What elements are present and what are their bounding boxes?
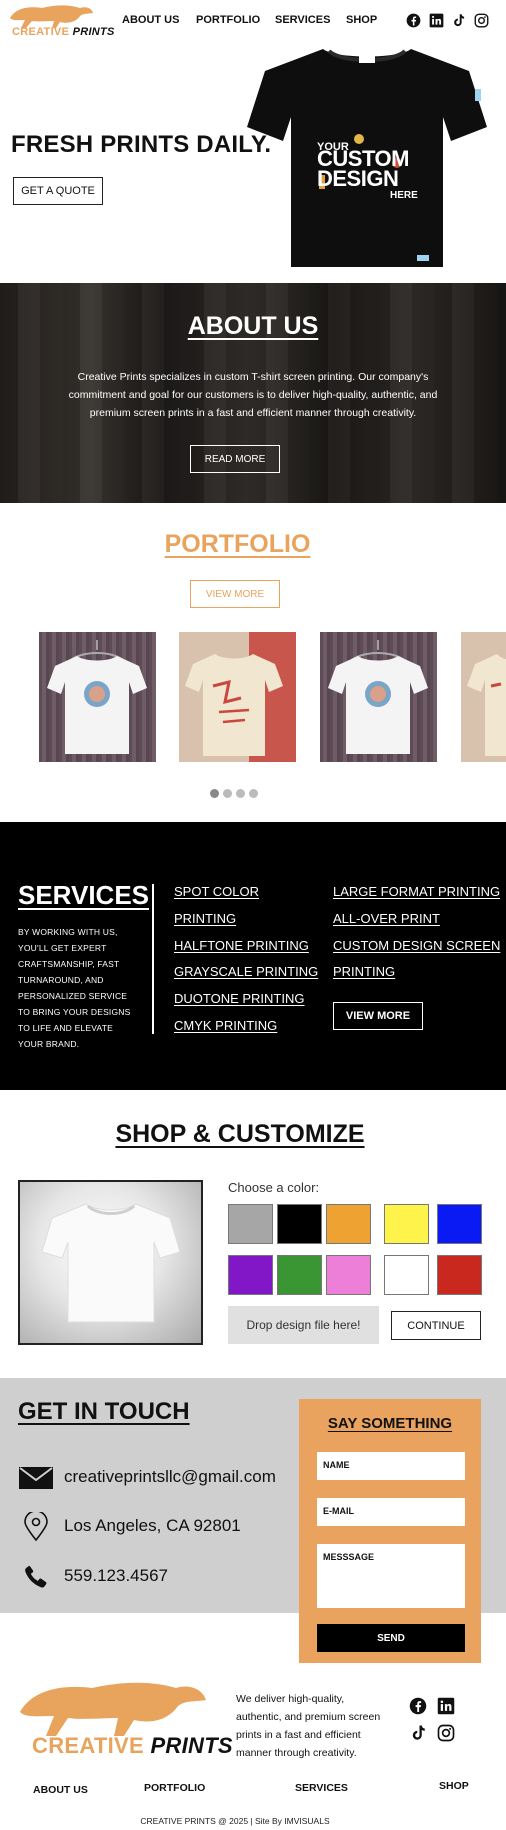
color-swatch[interactable] [228, 1204, 273, 1244]
service-large-format[interactable]: LARGE FORMAT PRINTING [333, 884, 500, 899]
facebook-icon[interactable] [409, 1697, 427, 1715]
get-a-quote-button[interactable]: GET A QUOTE [13, 177, 103, 205]
services-section: SERVICES BY WORKING WITH US, YOU'LL GET … [0, 822, 506, 1090]
service-duotone[interactable]: DUOTONE PRINTING [174, 991, 305, 1006]
color-swatch[interactable] [384, 1204, 429, 1244]
shop-title: SHOP & CUSTOMIZE [115, 1120, 365, 1148]
tiktok-icon[interactable] [450, 12, 467, 29]
color-swatch[interactable] [437, 1255, 482, 1295]
about-section: ABOUT US Creative Prints specializes in … [0, 283, 506, 503]
services-view-more-button[interactable]: VIEW MORE [333, 1002, 423, 1030]
read-more-button[interactable]: READ MORE [190, 445, 280, 473]
carousel-dot[interactable] [223, 789, 232, 798]
cream-tshirt-icon [185, 654, 283, 756]
instagram-icon[interactable] [437, 1724, 455, 1742]
footer-nav-shop[interactable]: SHOP [439, 1780, 469, 1792]
color-swatch[interactable] [384, 1255, 429, 1295]
carousel-dot[interactable] [236, 789, 245, 798]
nav-services[interactable]: SERVICES [275, 14, 330, 26]
instagram-icon[interactable] [473, 12, 490, 29]
color-swatch[interactable] [326, 1255, 371, 1295]
footer-blurb: We deliver high-quality, authentic, and … [236, 1693, 381, 1759]
shirt-print-line-3: HERE [390, 190, 418, 201]
contact-email[interactable]: creativeprintsllc@gmail.com [64, 1467, 276, 1487]
mail-icon [18, 1463, 54, 1493]
footer-nav-about-us[interactable]: ABOUT US [33, 1784, 88, 1796]
location-pin-icon [18, 1512, 54, 1542]
contact-phone[interactable]: 559.123.4567 [64, 1566, 168, 1586]
service-grayscale[interactable]: GRAYSCALE PRINTING [174, 964, 318, 979]
facebook-icon[interactable] [405, 12, 422, 29]
carousel-dots [210, 789, 262, 799]
choose-color-label: Choose a color: [228, 1180, 320, 1195]
drop-zone[interactable]: Drop design file here! [228, 1306, 379, 1344]
contact-location: Los Angeles, CA 92801 [64, 1516, 241, 1535]
header-socials [405, 12, 500, 30]
blank-tshirt-icon [41, 1203, 181, 1323]
services-description: BY WORKING WITH US, YOU'LL GET EXPERT CR… [18, 927, 131, 1049]
form-title: SAY SOMETHING [327, 1415, 453, 1432]
nav-shop[interactable]: SHOP [346, 14, 377, 26]
color-swatch[interactable] [277, 1204, 322, 1244]
contact-title: GET IN TOUCH [18, 1398, 190, 1425]
linkedin-icon[interactable] [428, 12, 445, 29]
white-tshirt-icon [47, 640, 147, 754]
portfolio-title: PORTFOLIO [164, 530, 311, 558]
tshirt-preview [18, 1180, 203, 1345]
footer-logo-wordmark: CREATIVE PRINTS [32, 1733, 233, 1758]
tiktok-icon[interactable] [409, 1724, 427, 1742]
service-halftone[interactable]: HALFTONE PRINTING [174, 938, 309, 953]
divider [152, 884, 154, 1034]
hero-tshirt-image: YOUR CUSTOM DESIGN HERE [247, 45, 487, 275]
footer-nav-portfolio[interactable]: PORTFOLIO [144, 1782, 205, 1794]
site-header: CREATIVE PRINTS ABOUT US PORTFOLIO SERVI… [0, 0, 506, 42]
continue-button[interactable]: CONTINUE [391, 1311, 481, 1340]
service-spot-color-cont[interactable]: PRINTING [174, 911, 236, 926]
phone-icon [18, 1562, 54, 1592]
linkedin-icon[interactable] [437, 1697, 455, 1715]
portfolio-card[interactable] [461, 632, 506, 762]
color-swatch[interactable] [437, 1204, 482, 1244]
portfolio-card[interactable] [320, 632, 437, 762]
color-swatch[interactable] [277, 1255, 322, 1295]
carousel-dot[interactable] [249, 789, 258, 798]
about-title: ABOUT US [187, 312, 319, 340]
about-body: Creative Prints specializes in custom T-… [68, 371, 438, 419]
service-all-over[interactable]: ALL-OVER PRINT [333, 911, 440, 926]
color-swatch[interactable] [326, 1204, 371, 1244]
send-button[interactable]: SEND [317, 1624, 465, 1652]
service-custom-design-cont[interactable]: PRINTING [333, 964, 395, 979]
color-swatch[interactable] [228, 1255, 273, 1295]
shirt-print-line-2: CUSTOM DESIGN [317, 146, 409, 191]
services-title: SERVICES [18, 880, 150, 910]
nav-about-us[interactable]: ABOUT US [122, 14, 179, 26]
panther-logo-icon [20, 1682, 206, 1736]
footer-logo[interactable]: CREATIVE PRINTS [16, 1676, 233, 1760]
portfolio-card[interactable] [39, 632, 156, 762]
carousel-dot[interactable] [210, 789, 219, 798]
service-custom-design[interactable]: CUSTOM DESIGN SCREEN [333, 938, 500, 953]
contact-form: SAY SOMETHING NAME E-MAIL MESSSAGE SEND [299, 1399, 481, 1663]
hero-title: FRESH PRINTS DAILY. [11, 131, 272, 158]
service-cmyk[interactable]: CMYK PRINTING [174, 1018, 277, 1033]
cream-tshirt-icon [467, 654, 506, 756]
service-spot-color[interactable]: SPOT COLOR [174, 884, 259, 899]
nav-portfolio[interactable]: PORTFOLIO [196, 14, 260, 26]
copyright: CREATIVE PRINTS @ 2025 | Site By IMVISUA… [140, 1816, 330, 1826]
white-tshirt-icon [328, 640, 428, 754]
name-field[interactable]: NAME [317, 1452, 465, 1480]
portfolio-card[interactable] [179, 632, 296, 762]
footer-nav-services[interactable]: SERVICES [295, 1782, 348, 1794]
message-field[interactable]: MESSSAGE [317, 1544, 465, 1608]
portfolio-view-more-button[interactable]: VIEW MORE [190, 580, 280, 608]
email-field[interactable]: E-MAIL [317, 1498, 465, 1526]
